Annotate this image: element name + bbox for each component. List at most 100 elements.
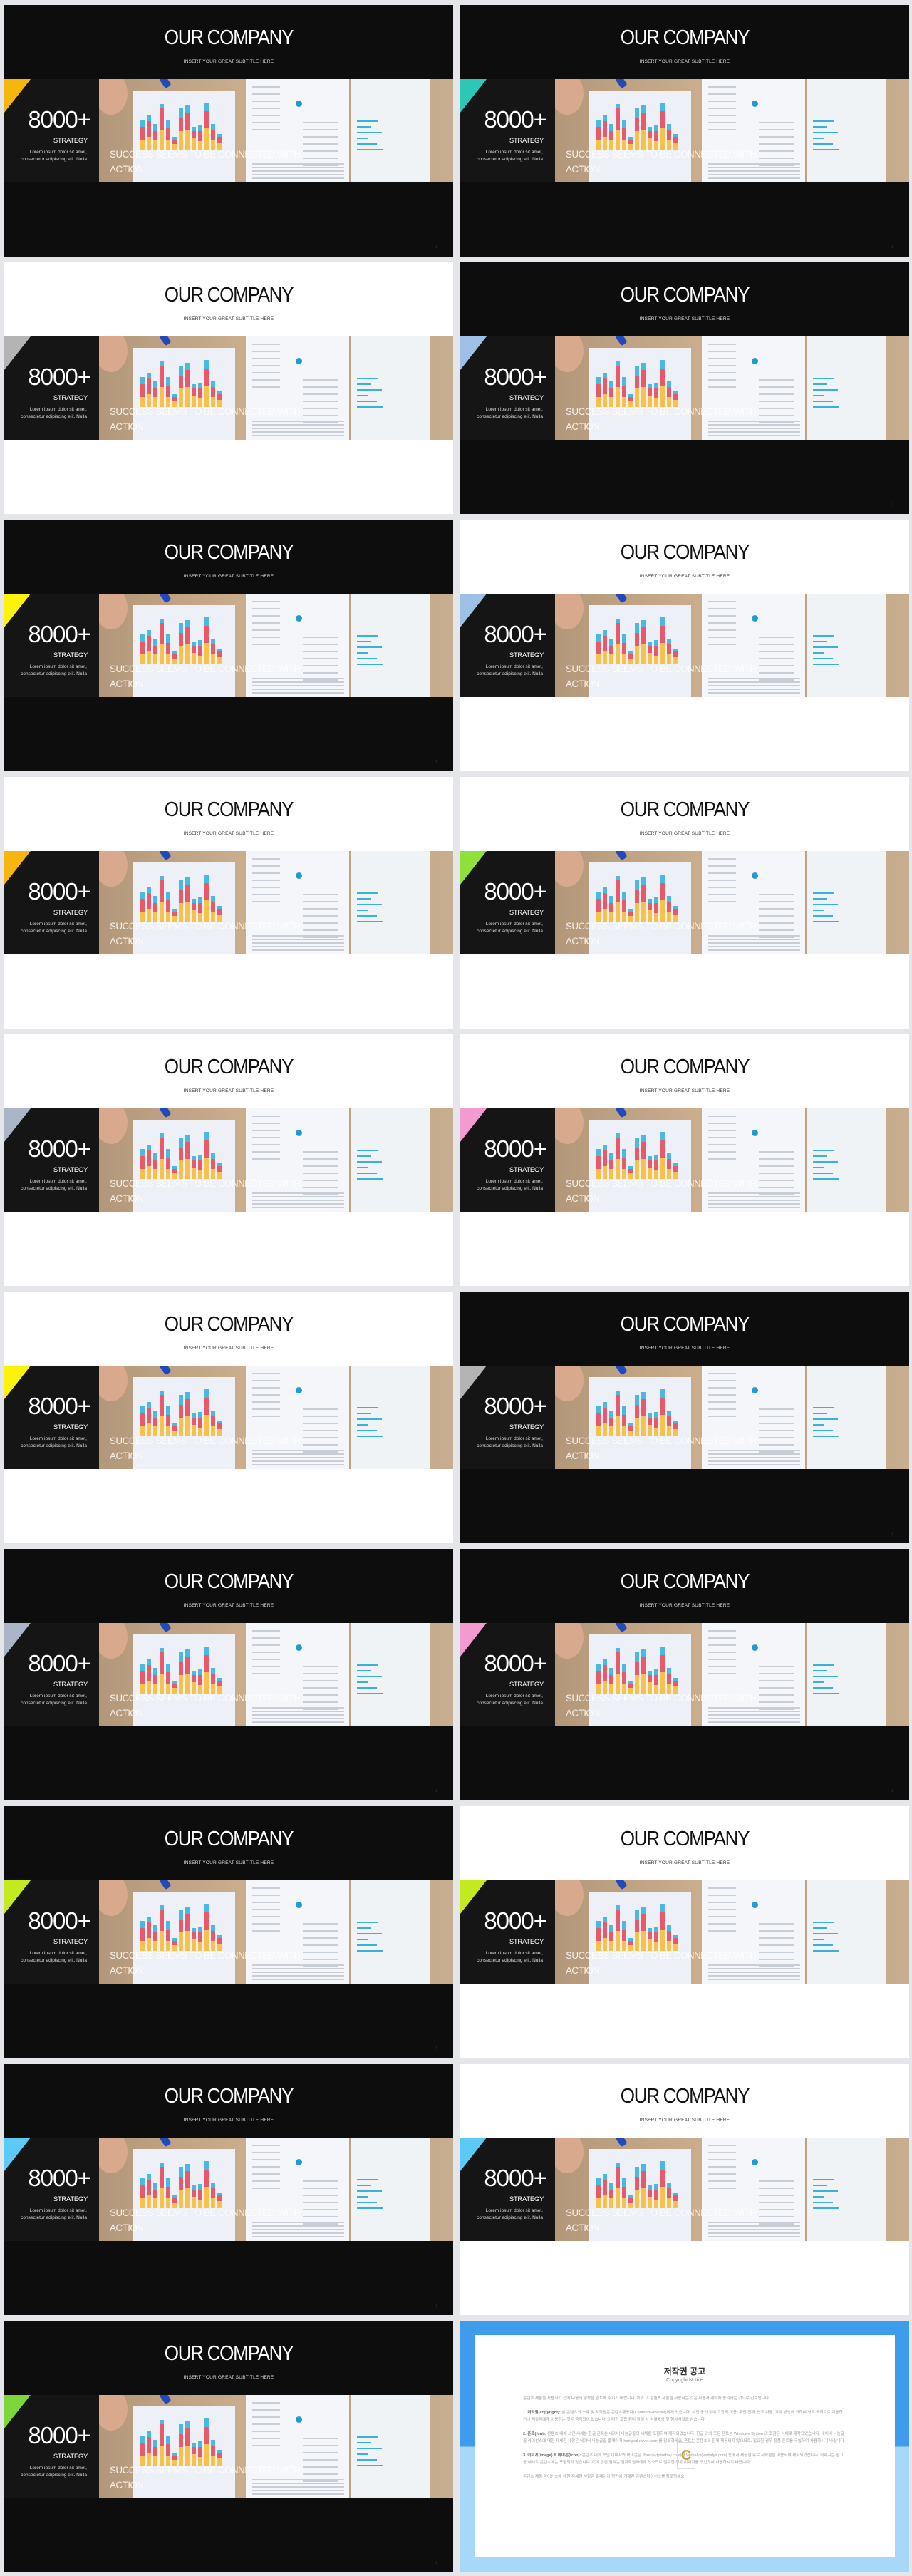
copyright-outro: 콘텐츠 제품 라이선스에 대한 자세한 사항은 홈페이지 하단에 기재된 콘텐츠…	[523, 2475, 686, 2479]
slide-title: OUR COMPANY	[164, 1313, 294, 1336]
chart-bar	[179, 2177, 183, 2190]
slide-thumbnail[interactable]: OUR COMPANY INSERT YOUR GREAT SUBTITLE HE…	[4, 520, 453, 771]
skill-bar	[813, 1178, 839, 1180]
slide-thumbnail[interactable]: OUR COMPANY INSERT YOUR GREAT SUBTITLE HE…	[4, 5, 453, 257]
text-line	[708, 351, 736, 352]
stat-panel: 8000+ STRATEGY Lorem ipsum dolor sit amet,…	[4, 1880, 99, 1984]
text-line	[303, 1680, 338, 1681]
chart-bar	[185, 1914, 190, 1931]
slide-thumbnail[interactable]: OUR COMPANY INSERT YOUR GREAT SUBTITLE HE…	[460, 1806, 909, 2058]
slide-thumbnail[interactable]: OUR COMPANY INSERT YOUR GREAT SUBTITLE HE…	[4, 262, 453, 514]
text-line	[708, 858, 736, 860]
text-line	[303, 1694, 338, 1696]
text-line	[759, 1444, 794, 1446]
quote-line: ACTION	[566, 1708, 600, 1719]
text-line	[252, 2159, 280, 2160]
chart-bar	[198, 1412, 202, 1418]
pen-shape	[615, 2138, 628, 2148]
slide-title: OUR COMPANY	[164, 2342, 294, 2365]
text-line	[252, 1909, 280, 1910]
content-band: 8000+ STRATEGY Lorem ipsum dolor sit amet,…	[4, 1623, 453, 1726]
skill-bar	[357, 1693, 383, 1694]
stat-value: 8000+	[484, 2165, 547, 2191]
chart-bar	[628, 651, 633, 654]
chart-bar	[609, 1160, 613, 1169]
text-line	[252, 1394, 280, 1396]
slide-quote: SUCCESS SEEMS TO BE CONNECTED WITH ACTION	[566, 1433, 757, 1463]
slide-thumbnail[interactable]: OUR COMPANY INSERT YOUR GREAT SUBTITLE HE…	[4, 1806, 453, 2058]
stat-description: Lorem ipsum dolor sit amet, consectetur …	[21, 922, 87, 934]
quote-line: ACTION	[110, 1193, 144, 1204]
chart-bar	[147, 1145, 151, 1150]
chart-bar	[166, 2187, 170, 2198]
skill-bar	[357, 143, 377, 145]
chart-bar	[160, 366, 164, 387]
text-line	[708, 629, 736, 631]
slide-thumbnail[interactable]: OUR COMPANY INSERT YOUR GREAT SUBTITLE HE…	[460, 520, 909, 771]
slide-thumbnail[interactable]: OUR COMPANY INSERT YOUR GREAT SUBTITLE HE…	[4, 2321, 453, 2572]
chart-bar	[596, 1413, 601, 1426]
chart-bar	[628, 909, 633, 912]
chart-bar	[153, 646, 157, 654]
chart-bar	[211, 381, 215, 387]
slide-thumbnail[interactable]: OUR COMPANY INSERT YOUR GREAT SUBTITLE HE…	[460, 262, 909, 514]
chart-bar	[217, 1938, 222, 1944]
copyright-item: 1. 저작권(copyright): 본 콘텐츠의 소유 및 저작권은 콘텐츠제…	[523, 2409, 846, 2423]
slide-thumbnail[interactable]: OUR COMPANY INSERT YOUR GREAT SUBTITLE HE…	[4, 777, 453, 1029]
chart-bar	[204, 103, 209, 111]
text-line	[252, 1380, 280, 1381]
text-line	[252, 1923, 280, 1925]
slide-quote: SUCCESS SEEMS TO BE CONNECTED WITH ACTION	[110, 404, 301, 434]
slide-thumbnail[interactable]: OUR COMPANY INSERT YOUR GREAT SUBTITLE HE…	[460, 1034, 909, 1286]
text-line	[252, 2416, 280, 2418]
chart-bar	[641, 2164, 646, 2171]
chart-bar	[635, 118, 639, 131]
chart-bar	[654, 125, 658, 131]
chart-bar	[166, 1921, 170, 1930]
chart-bar	[198, 383, 202, 388]
pen-shape	[615, 1880, 628, 1890]
chart-bar	[635, 1138, 639, 1148]
accent-triangle	[4, 336, 31, 370]
text-line	[252, 122, 280, 123]
slide-thumbnail[interactable]: OUR COMPANY INSERT YOUR GREAT SUBTITLE HE…	[460, 1549, 909, 1800]
text-line	[252, 1416, 280, 1417]
hand-shape	[99, 2395, 128, 2431]
slide-thumbnail[interactable]: OUR COMPANY INSERT YOUR GREAT SUBTITLE HE…	[460, 5, 909, 257]
slide-thumbnail[interactable]: OUR COMPANY INSERT YOUR GREAT SUBTITLE HE…	[4, 1549, 453, 1800]
text-line	[759, 136, 794, 138]
skill-bar	[357, 389, 382, 391]
slide-title: OUR COMPANY	[164, 1570, 294, 1593]
chart-bar	[172, 912, 177, 916]
text-line	[252, 1373, 280, 1374]
slide-thumbnail[interactable]: OUR COMPANY INSERT YOUR GREAT SUBTITLE HE…	[460, 1292, 909, 1543]
copyright-slide[interactable]: 저작권 공고 Copyright Notice 콘텐츠 제품을 사용하기 전에 다음…	[460, 2321, 909, 2572]
text-line	[759, 1451, 794, 1453]
content-band: 8000+ STRATEGY Lorem ipsum dolor sit amet,…	[4, 1108, 453, 1212]
slide-quote: SUCCESS SEEMS TO BE CONNECTED WITH ACTION	[110, 2205, 301, 2235]
skill-bar	[813, 1407, 834, 1408]
slide-thumbnail[interactable]: OUR COMPANY INSERT YOUR GREAT SUBTITLE HE…	[460, 777, 909, 1029]
slide-thumbnail[interactable]: OUR COMPANY INSERT YOUR GREAT SUBTITLE HE…	[4, 2064, 453, 2315]
text-line	[759, 129, 794, 130]
chart-bar	[603, 1402, 607, 1408]
quote-line: ACTION	[566, 164, 600, 175]
chart-bar	[140, 120, 145, 127]
slide-thumbnail[interactable]: OUR COMPANY INSERT YOUR GREAT SUBTITLE HE…	[460, 2064, 909, 2315]
skill-bar	[813, 892, 834, 894]
chart-bar	[166, 1158, 170, 1169]
chart-bar	[185, 1907, 190, 1914]
chart-bar	[153, 381, 157, 388]
slide-thumbnail[interactable]: OUR COMPANY INSERT YOUR GREAT SUBTITLE HE…	[4, 1034, 453, 1286]
chart-bar	[667, 1159, 671, 1169]
chart-bar	[603, 2174, 607, 2180]
chart-bar	[667, 1153, 671, 1159]
text-line	[708, 1137, 736, 1138]
skill-bar	[813, 1687, 833, 1689]
stat-label: STRATEGY	[509, 909, 544, 917]
text-line	[759, 1408, 794, 1410]
skill-bar	[357, 149, 383, 150]
slide-thumbnail[interactable]: OUR COMPANY INSERT YOUR GREAT SUBTITLE HE…	[4, 1292, 453, 1543]
chart-bar	[609, 896, 613, 903]
slide-subtitle: INSERT YOUR GREAT SUBTITLE HERE	[183, 316, 274, 321]
